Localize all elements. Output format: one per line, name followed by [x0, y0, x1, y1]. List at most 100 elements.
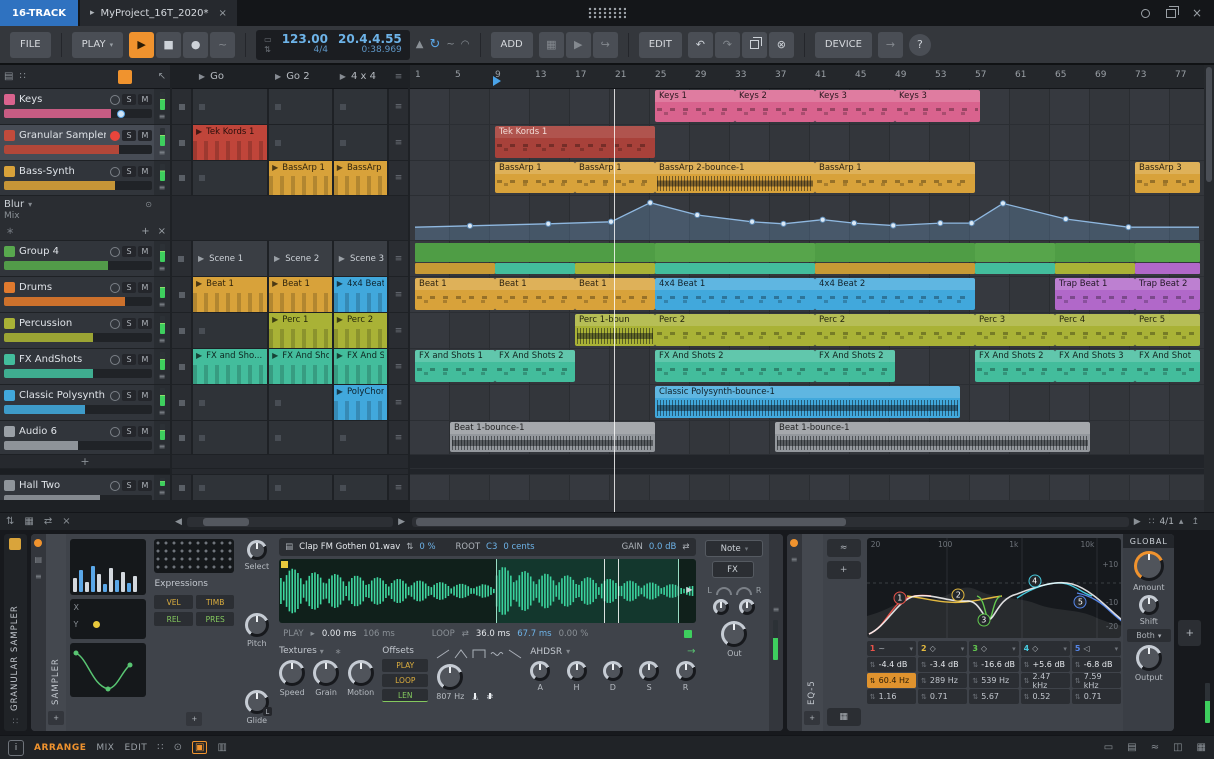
step-bar[interactable] [91, 566, 96, 592]
device-button[interactable]: DEVICE [814, 31, 872, 58]
step-bar[interactable] [85, 582, 90, 592]
group-clip-segment[interactable] [655, 262, 815, 274]
track-menu-icon[interactable]: ≡ [159, 300, 166, 309]
track-header-hall-two[interactable]: Hall Two S M ≡ [0, 475, 170, 500]
track-menu-icon[interactable]: ≡ [159, 112, 166, 121]
mapping-icon[interactable]: ∷ [157, 742, 163, 753]
loop-fade-value[interactable]: 0.00 % [559, 629, 589, 639]
automation-curve[interactable] [410, 196, 1204, 240]
track-header-granular-sampler[interactable]: Granular Sampler S M ≡ [0, 125, 170, 160]
solo-button[interactable]: S [122, 166, 136, 177]
touch-icon[interactable]: ⊙ [174, 742, 182, 753]
clip-slot[interactable]: ▶ Scene 2 [269, 241, 332, 276]
automation-panel-icon[interactable]: ≈ [1151, 742, 1159, 753]
grain-freq-knob[interactable] [437, 664, 464, 690]
env-d-knob[interactable] [602, 661, 623, 681]
launcher-clip[interactable]: ▶ Beat 1 [269, 277, 332, 312]
arranger-clip[interactable]: BassArp 3 [1135, 162, 1200, 193]
step-bar[interactable] [97, 574, 102, 592]
play-start-value[interactable]: 0.00 ms [322, 629, 356, 639]
io-panel-icon[interactable]: ◫ [1173, 742, 1182, 753]
env-a-knob[interactable] [530, 661, 551, 681]
arranger-clip[interactable]: FX And Shot [1135, 350, 1200, 382]
track-header-group-4[interactable]: Group 4 S M ≡ [0, 241, 170, 276]
xy-cursor[interactable] [93, 621, 101, 628]
mute-button[interactable]: M [138, 94, 152, 105]
clip-slot[interactable] [193, 313, 268, 348]
playback-start-marker[interactable] [493, 76, 501, 86]
clip-slot[interactable]: ▶ Beat 1 [193, 277, 268, 312]
clip-play-icon[interactable]: ▶ [337, 387, 343, 396]
env-r-knob[interactable] [675, 661, 696, 681]
solo-button[interactable]: S [122, 282, 136, 293]
add-automation-lane-button[interactable]: + [141, 226, 149, 237]
clip-slot[interactable] [269, 125, 332, 160]
eq5-device-tab[interactable]: EQ-5 + [801, 534, 823, 731]
mute-button[interactable]: M [138, 318, 152, 329]
scene-header-go[interactable]: ▶ Go [193, 65, 267, 88]
time-signature[interactable]: 4/4 [314, 45, 328, 56]
clip-menu-cell[interactable]: ≡ [389, 349, 408, 384]
eq-band-type-select[interactable]: 2 ◇ ▾ [918, 641, 968, 656]
device-menu-icon[interactable]: ≡ [791, 555, 798, 564]
play-offset-button[interactable]: PLAY [382, 659, 429, 672]
record-arm-button[interactable] [110, 246, 120, 257]
flip-icon[interactable]: ⇄ [44, 516, 52, 527]
mode-select[interactable]: Both ▾ [1126, 629, 1171, 642]
preview-play-icon[interactable]: ▶ [686, 585, 692, 594]
arranger-clip[interactable]: Keys 1 [655, 90, 735, 122]
root-note-value[interactable]: C3 [486, 542, 497, 552]
pan-right-knob[interactable] [739, 599, 756, 615]
amount-knob[interactable] [1133, 551, 1164, 581]
single-panel-toggle-icon[interactable]: ▥ [217, 742, 226, 753]
eq-band-type-select[interactable]: 1 ~ ▾ [866, 641, 917, 656]
clip-stop-cell[interactable] [172, 313, 191, 348]
clip-slot[interactable]: ▶ FX and Sho... [193, 349, 268, 384]
glide-knob[interactable]: L [244, 690, 272, 716]
arranger-clip[interactable]: Perc 3 [975, 314, 1055, 346]
output-routing-icon[interactable]: ⇄ [682, 542, 689, 552]
eq-band-type-select[interactable]: 3 ◇ ▾ [969, 641, 1019, 656]
clip-slot[interactable]: ▶PolyChords [333, 385, 387, 420]
solo-button[interactable]: S [122, 318, 136, 329]
preset-icon[interactable]: ▤ [35, 555, 43, 564]
loop-length-value[interactable]: 67.7 ms [517, 629, 551, 639]
eq-band-handle-2[interactable]: 2 [951, 588, 965, 602]
track-menu-icon[interactable]: ≡ [159, 264, 166, 273]
eq-band-q-value[interactable]: ⇅ 0.71 [918, 689, 968, 704]
record-arm-button[interactable] [110, 318, 120, 329]
eq-band-freq-value[interactable]: ⇅ 60.4 Hz [866, 673, 917, 688]
mute-button[interactable]: M [138, 480, 152, 491]
stop-button[interactable]: ■ [156, 31, 182, 58]
arranger-clip[interactable]: Classic Polysynth-bounce-1 [655, 386, 960, 418]
launcher-clip[interactable]: ▶FX And Sho [333, 349, 387, 384]
arranger-clip[interactable]: FX And Shots 3 [1055, 350, 1135, 382]
add-modulator-button[interactable]: + [48, 711, 65, 725]
grid-icon[interactable]: ▦ [24, 516, 33, 527]
add-button[interactable]: ADD [490, 31, 533, 58]
group-clip-segment[interactable] [1055, 243, 1135, 263]
arranger-clip[interactable]: 4x4 Beat 2 [815, 278, 975, 310]
chevron-down-icon[interactable]: ▾ [28, 200, 32, 209]
clip-slot[interactable]: ▶ FX And Sho... [269, 349, 332, 384]
browser-panel-icon[interactable]: ▭ [1104, 742, 1113, 753]
step-bar[interactable] [109, 568, 114, 592]
launcher-clip[interactable]: ▶ BassArp 1 [269, 161, 332, 195]
arranger-clip[interactable]: Keys 2 [735, 90, 815, 122]
record-arm-button[interactable] [110, 94, 120, 105]
clip-play-icon[interactable]: ▶ [196, 279, 202, 288]
group-clip-segment[interactable] [975, 262, 1055, 274]
track-header-percussion[interactable]: Percussion S M ≡ [0, 313, 170, 348]
ramp-down-shape-icon[interactable] [508, 649, 522, 659]
launcher-clip[interactable]: ▶ Beat 1 [193, 277, 268, 312]
track-menu-icon[interactable]: ≡ [159, 183, 166, 192]
device-track-tab[interactable]: GRANULAR SAMPLER ∷ [4, 534, 27, 731]
app-tab[interactable]: 16-TRACK [0, 0, 78, 26]
arranger-clip[interactable]: Beat 1 [495, 278, 575, 310]
steps-modulator-display[interactable] [70, 539, 147, 595]
track-header-drums[interactable]: Drums S M ≡ [0, 277, 170, 312]
close-icon[interactable]: × [1192, 7, 1202, 19]
device-menu-icon[interactable]: ≡ [35, 572, 42, 581]
arranger-clip[interactable]: Perc 2 [815, 314, 975, 346]
tab-arrange[interactable]: ARRANGE [34, 743, 86, 753]
